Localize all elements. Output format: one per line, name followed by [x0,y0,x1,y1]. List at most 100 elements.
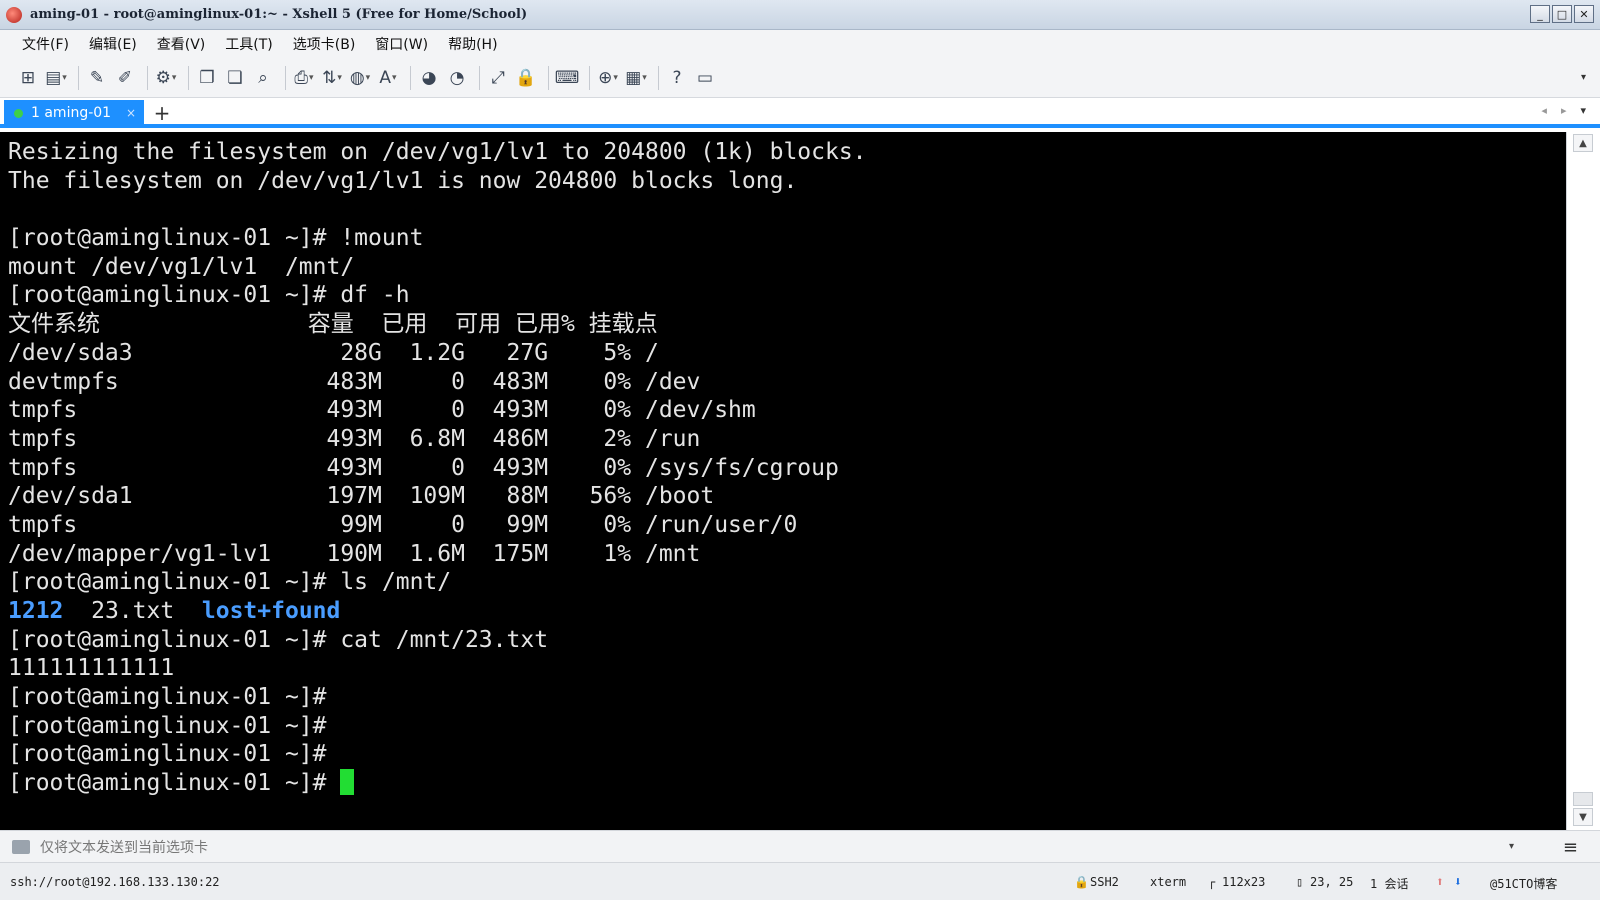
compose-icon[interactable] [12,839,30,854]
menu-edit[interactable]: 编辑(E) [89,34,137,54]
terminal-line: tmpfs 99M 0 99M 0% /run/user/0 [8,511,798,538]
paste-icon[interactable]: ❏ [223,66,247,90]
minimize-button[interactable]: _ [1530,5,1550,23]
terminal-line: Resizing the filesystem on /dev/vg1/lv1 … [8,139,867,165]
terminal-line: tmpfs 493M 6.8M 486M 2% /run [8,425,701,452]
print-icon[interactable]: ⎙ [292,66,316,90]
tab-prev-icon[interactable]: ◂ [1541,104,1547,117]
tab-label: 1 aming-01 [31,105,112,121]
terminal-line: 文件系统 容量 已用 可用 已用% 挂载点 [8,311,658,338]
tab-next-icon[interactable]: ▸ [1561,104,1567,117]
script-icon[interactable]: ◔ [445,66,469,90]
tab-session[interactable]: 1 aming-01 × [4,100,144,126]
toolbar: ⊞ ▤ ✎ ✐ ⚙ ❐ ❏ ⌕ ⎙ ⇅ ◍ A ◕ ◔ ⤢ 🔒 ⌨ ⊕ ▦ ? … [0,58,1600,98]
menu-bar: 文件(F) 编辑(E) 查看(V) 工具(T) 选项卡(B) 窗口(W) 帮助(… [0,30,1600,58]
xftp-icon[interactable]: ◕ [417,66,441,90]
terminal-line: [root@aminglinux-01 ~]# [8,741,327,768]
toolbar-overflow-icon[interactable]: ▾ [1581,72,1586,83]
lock-icon[interactable]: 🔒 [514,66,538,90]
terminal-line: tmpfs 493M 0 493M 0% /sys/fs/cgroup [8,454,839,481]
new-session-icon[interactable]: ⊞ [16,66,40,90]
find-icon[interactable]: ⌕ [251,66,275,90]
terminal-line: The filesystem on /dev/vg1/lv1 is now 20… [8,167,798,194]
tab-close-icon[interactable]: × [126,106,136,120]
terminal-scrollbar[interactable]: ▲ ▼ [1566,132,1600,830]
toolbar-divider [658,65,659,90]
maximize-button[interactable]: □ [1552,5,1572,23]
terminal-line: /dev/mapper/vg1-lv1 190M 1.6M 175M 1% /m… [8,540,701,567]
terminal-line: [root@aminglinux-01 ~]# df -h [8,282,410,309]
connect-icon[interactable]: ✎ [85,66,109,90]
compose-input[interactable]: 仅将文本发送到当前选项卡 [40,837,208,857]
status-connection: ssh://root@192.168.133.130:22 [10,875,220,889]
scroll-up-icon[interactable]: ▲ [1573,134,1593,152]
menu-tabs[interactable]: 选项卡(B) [293,34,356,54]
tab-navigation: ◂ ▸ ▾ [1541,104,1586,117]
toolbar-divider [410,65,411,90]
compose-menu-icon[interactable]: ≡ [1563,837,1578,858]
new-tab-button[interactable]: + [150,101,174,125]
disconnect-icon[interactable]: ✐ [113,66,137,90]
terminal-line: [root@aminglinux-01 ~]# [8,712,327,739]
toolbar-divider [78,65,79,90]
terminal-prompt-line: [root@aminglinux-01 ~]# [8,769,1566,798]
properties-icon[interactable]: ⚙ [154,66,178,90]
size-icon: ┌ [1208,875,1216,889]
terminal-output[interactable]: Resizing the filesystem on /dev/vg1/lv1 … [0,132,1566,830]
terminal-line: /dev/sda1 197M 109M 88M 56% /boot [8,483,715,510]
terminal-prompt: [root@aminglinux-01 ~]# [8,770,341,797]
terminal-line: [root@aminglinux-01 ~]# cat /mnt/23.txt [8,626,549,653]
menu-help[interactable]: 帮助(H) [448,34,497,54]
toolbar-divider [147,65,148,90]
status-protocol: SSH2 [1090,875,1119,889]
tab-list-icon[interactable]: ▾ [1580,104,1586,117]
status-term: xterm [1150,875,1187,889]
tab-bar: 1 aming-01 × + ◂ ▸ ▾ [0,98,1600,128]
terminal-cursor [340,769,355,796]
toolbar-divider [548,65,549,90]
compose-bar: 仅将文本发送到当前选项卡 ▾ ≡ [0,830,1600,862]
terminal-line: mount /dev/vg1/lv1 /mnt/ [8,253,355,280]
fullscreen-icon[interactable]: ⤢ [486,66,510,90]
menu-window[interactable]: 窗口(W) [375,34,428,54]
upload-arrow-icon: ⬆ [1436,875,1444,890]
layout-icon[interactable]: ▦ [624,66,648,90]
keyboard-icon[interactable]: ⌨ [555,66,580,90]
cursor-pos-icon: ▯ [1296,875,1304,889]
scroll-down-icon[interactable]: ▼ [1573,808,1593,826]
ls-dir-lost-found: lost+found [201,598,341,624]
toolbar-divider [188,65,189,90]
download-arrow-icon: ⬇ [1454,875,1462,890]
terminal-line: 111111111111 [8,655,175,682]
terminal-line: tmpfs 493M 0 493M 0% /dev/shm [8,397,756,424]
watermark: @51CTO博客 [1490,877,1558,891]
open-folder-icon[interactable]: ▤ [44,66,68,90]
terminal-line: [root@aminglinux-01 ~]# [8,684,327,711]
menu-file[interactable]: 文件(F) [22,34,69,54]
terminal-line: devtmpfs 483M 0 483M 0% /dev [8,368,701,395]
xshell-app-icon[interactable] [6,6,22,23]
menu-view[interactable]: 查看(V) [157,34,206,54]
font-icon[interactable]: A [376,66,400,90]
status-bar: ssh://root@192.168.133.130:22 🔒 SSH2 xte… [0,862,1600,900]
chat-icon[interactable]: ▭ [693,66,717,90]
status-cursor: 23, 25 [1310,875,1354,889]
copy-icon[interactable]: ❐ [195,66,219,90]
transfer-icon[interactable]: ⇅ [320,66,344,90]
status-sessions: 1 会话 [1370,877,1409,891]
add-icon[interactable]: ⊕ [596,66,620,90]
terminal-ls-output: 1212 23.txt lost+found [8,597,1566,626]
terminal-line: [root@aminglinux-01 ~]# !mount [8,225,424,252]
globe-icon[interactable]: ◍ [348,66,372,90]
connected-status-icon [14,108,23,118]
menu-tools[interactable]: 工具(T) [225,34,272,54]
compose-dropdown-icon[interactable]: ▾ [1509,841,1514,852]
scroll-thumb[interactable] [1573,792,1593,806]
toolbar-divider [285,65,286,90]
ls-file-23txt: 23.txt [91,598,175,624]
help-icon[interactable]: ? [665,66,689,90]
terminal-line: [root@aminglinux-01 ~]# ls /mnt/ [8,569,452,596]
ls-dir-1212: 1212 [8,598,64,624]
close-button[interactable]: ✕ [1574,5,1594,23]
status-size: 112x23 [1222,875,1266,889]
